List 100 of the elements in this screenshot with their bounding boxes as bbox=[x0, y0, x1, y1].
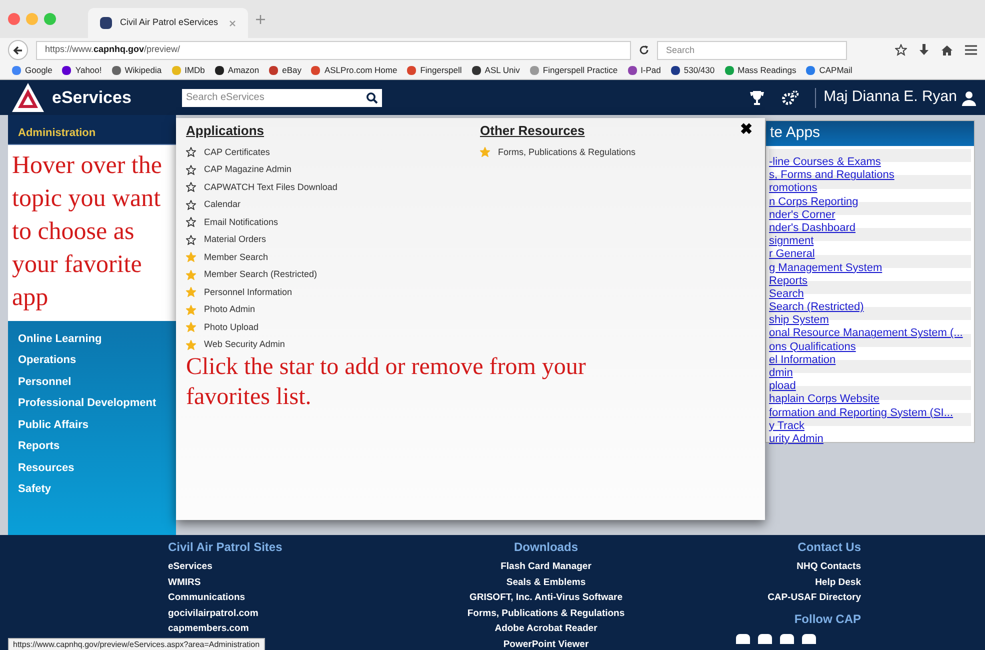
footer-link[interactable]: Flash Card Manager bbox=[500, 559, 592, 574]
settings-icon[interactable] bbox=[780, 90, 799, 106]
bookmark-link[interactable]: eBay bbox=[269, 64, 302, 77]
sidebar-item[interactable]: Personnel bbox=[8, 372, 176, 392]
filled-star-icon[interactable] bbox=[186, 252, 196, 262]
footer-link[interactable]: GRISOFT, Inc. Anti-Virus Software bbox=[469, 590, 623, 606]
favorite-app-link[interactable]: s, Forms and Regulations bbox=[769, 169, 894, 182]
bookmark-link[interactable]: ASLPro.com Home bbox=[311, 64, 398, 77]
footer-link[interactable]: Adobe Acrobat Reader bbox=[494, 621, 598, 636]
menu-app-link[interactable]: Email Notifications bbox=[204, 216, 278, 229]
footer-link[interactable]: PowerPoint Viewer bbox=[503, 636, 589, 650]
footer-link[interactable]: Seals & Emblems bbox=[506, 574, 586, 590]
user-name[interactable]: Maj Dianna E. Ryan bbox=[824, 86, 957, 109]
favorite-app-link[interactable]: haplain Corps Website bbox=[769, 393, 880, 406]
menu-app-link[interactable]: Personnel Information bbox=[204, 286, 292, 299]
bookmark-link[interactable]: Mass Readings bbox=[724, 64, 796, 77]
home-icon[interactable] bbox=[941, 44, 953, 56]
bookmark-link[interactable]: Wikipedia bbox=[112, 64, 162, 77]
menu-icon[interactable] bbox=[965, 45, 977, 55]
bookmark-link[interactable]: Yahoo! bbox=[62, 64, 102, 77]
browser-tab[interactable]: Civil Air Patrol eServices bbox=[88, 8, 248, 38]
favorite-app-link[interactable]: dmin bbox=[769, 367, 793, 379]
menu-app-link[interactable]: Forms, Publications & Regulations bbox=[498, 146, 636, 159]
star-outline-icon[interactable] bbox=[186, 217, 196, 228]
footer-link[interactable]: Forms, Publications & Regulations bbox=[467, 606, 625, 621]
favorite-app-link[interactable]: romotions bbox=[769, 182, 818, 194]
bookmark-link[interactable]: I-Pad bbox=[628, 64, 661, 77]
favorite-app-link[interactable]: ship System bbox=[769, 314, 829, 326]
star-outline-icon[interactable] bbox=[186, 182, 196, 192]
footer-link[interactable]: NHQ Contacts bbox=[796, 559, 861, 574]
back-arrow-icon[interactable] bbox=[13, 46, 23, 54]
favorite-app-link[interactable]: signment bbox=[769, 235, 814, 248]
bookmark-link[interactable]: IMDb bbox=[172, 64, 205, 77]
bookmark-star-icon[interactable] bbox=[895, 44, 907, 56]
search-icon[interactable] bbox=[366, 92, 378, 104]
user-icon[interactable] bbox=[961, 90, 977, 106]
menu-app-link[interactable]: CAP Certificates bbox=[204, 146, 270, 159]
menu-app-link[interactable]: Member Search bbox=[204, 250, 268, 264]
footer-link[interactable]: Communications bbox=[168, 590, 246, 606]
site-search-field[interactable]: Search eServices bbox=[182, 88, 362, 106]
footer-link[interactable]: eServices bbox=[168, 559, 212, 574]
star-outline-icon[interactable] bbox=[186, 164, 196, 175]
filled-star-icon[interactable] bbox=[186, 304, 196, 315]
favorite-app-link[interactable]: formation and Reporting System (SI... bbox=[769, 406, 954, 419]
bookmark-link[interactable]: CAPMail bbox=[806, 64, 852, 77]
filled-star-icon[interactable] bbox=[186, 270, 196, 280]
menu-app-link[interactable]: Material Orders bbox=[204, 233, 266, 246]
favorite-app-link[interactable]: r General bbox=[769, 248, 815, 260]
favorite-app-link[interactable]: n Corps Reporting bbox=[769, 196, 858, 208]
close-tab-icon[interactable] bbox=[229, 20, 236, 26]
bookmark-link[interactable]: Google bbox=[12, 64, 52, 77]
favorite-app-link[interactable]: pload bbox=[769, 380, 796, 392]
bookmark-link[interactable]: Fingerspell Practice bbox=[530, 64, 618, 77]
sidebar-item[interactable]: Reports bbox=[8, 436, 176, 456]
download-icon[interactable] bbox=[919, 44, 929, 56]
sidebar-item[interactable]: Professional Development bbox=[8, 393, 176, 414]
favorite-app-link[interactable]: ons Qualifications bbox=[769, 340, 856, 353]
address-field[interactable]: https://www.capnhq.gov/preview/ bbox=[36, 40, 631, 60]
favorite-app-link[interactable]: g Management System bbox=[769, 262, 882, 274]
browser-search-field[interactable]: Search bbox=[657, 40, 847, 60]
trophy-icon[interactable] bbox=[748, 90, 765, 106]
filled-star-icon[interactable] bbox=[186, 287, 196, 298]
new-tab-icon[interactable] bbox=[256, 14, 265, 24]
bookmark-link[interactable]: Amazon bbox=[214, 64, 260, 77]
favorite-app-link[interactable]: onal Resource Management System (... bbox=[769, 327, 963, 340]
star-outline-icon[interactable] bbox=[186, 234, 196, 245]
favorite-app-link[interactable]: Search (Restricted) bbox=[769, 301, 864, 314]
favorite-app-link[interactable]: y Track bbox=[769, 420, 804, 432]
menu-app-link[interactable]: Calendar bbox=[204, 198, 241, 212]
favorite-app-link[interactable]: Search bbox=[769, 288, 804, 300]
favorite-app-link[interactable]: nder's Dashboard bbox=[769, 222, 856, 234]
footer-link[interactable]: capmembers.com bbox=[168, 621, 249, 636]
favorite-app-link[interactable]: Reports bbox=[769, 274, 808, 287]
close-icon[interactable]: ✖ bbox=[740, 121, 753, 139]
star-outline-icon[interactable] bbox=[186, 147, 196, 158]
filled-star-icon[interactable] bbox=[186, 340, 196, 350]
menu-app-link[interactable]: Member Search (Restricted) bbox=[204, 268, 318, 282]
footer-link[interactable]: Help Desk bbox=[815, 574, 861, 590]
sidebar-item[interactable]: Resources bbox=[8, 458, 176, 478]
filled-star-icon[interactable] bbox=[186, 322, 196, 332]
favorite-app-link[interactable]: -line Courses & Exams bbox=[769, 156, 881, 168]
favorite-app-link[interactable]: nder's Corner bbox=[769, 208, 836, 221]
menu-app-link[interactable]: Web Security Admin bbox=[204, 338, 285, 352]
footer-link[interactable]: CAP-USAF Directory bbox=[768, 590, 861, 606]
menu-app-link[interactable]: CAPWATCH Text Files Download bbox=[204, 180, 338, 194]
menu-app-link[interactable]: CAP Magazine Admin bbox=[204, 163, 292, 176]
favorite-app-link[interactable]: el Information bbox=[769, 354, 836, 366]
footer-link[interactable]: WMIRS bbox=[168, 574, 201, 590]
search-button[interactable] bbox=[362, 88, 382, 106]
footer-link[interactable]: gocivilairpatrol.com bbox=[168, 606, 258, 621]
star-outline-icon[interactable] bbox=[186, 200, 196, 210]
reload-icon[interactable] bbox=[639, 45, 649, 55]
bookmark-link[interactable]: Fingerspell bbox=[407, 64, 462, 77]
bookmark-link[interactable]: ASL Univ bbox=[472, 64, 520, 77]
filled-star-icon[interactable] bbox=[480, 147, 490, 158]
menu-app-link[interactable]: Photo Upload bbox=[204, 320, 259, 334]
menu-app-link[interactable]: Photo Admin bbox=[204, 303, 256, 316]
favorite-app-link[interactable]: urity Admin bbox=[769, 432, 824, 445]
back-button[interactable] bbox=[8, 40, 28, 60]
sidebar-item[interactable]: Public Affairs bbox=[8, 414, 176, 435]
